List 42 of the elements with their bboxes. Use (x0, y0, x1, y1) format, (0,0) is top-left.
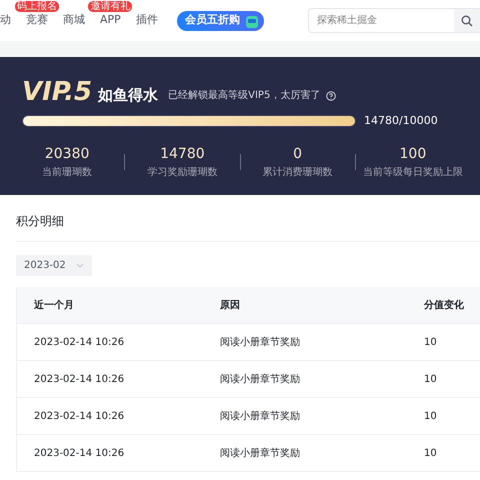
help-icon (326, 91, 336, 101)
search-button[interactable] (454, 8, 480, 33)
nav-link[interactable]: 竞赛 (26, 12, 48, 29)
stat-value: 20380 (44, 144, 90, 164)
table-cell-text: 2023-02-14 10:26 (34, 336, 126, 350)
nav-link[interactable]: APP (100, 12, 121, 29)
table-cell-text: 2023-02-14 10:26 (34, 372, 126, 386)
promo-button[interactable]: 会员五折购 (176, 10, 264, 30)
table-cell-text: 10 (424, 410, 437, 424)
stat-label: 当前珊瑚数 (42, 166, 92, 180)
stat-label: 当前等级每日奖励上限 (362, 166, 463, 180)
stat-value: 14780 (160, 144, 205, 164)
column-header: 原因 (220, 298, 241, 312)
vip-level: VIP.5 (22, 79, 92, 105)
table-cell-text: 2023-02-14 10:26 (34, 446, 126, 460)
progress-reading: 14780/10000 (364, 113, 438, 129)
column-header: 近一个月 (34, 298, 75, 312)
table-cell-text: 2023-02-14 10:26 (34, 410, 126, 424)
nav-link[interactable]: 插件 (136, 12, 158, 29)
table-cell-text: 10 (424, 372, 437, 386)
section-title: 积分明细 (16, 214, 64, 228)
table-cell-text: 10 (424, 336, 437, 350)
nav-badge: 码上报名 (15, 1, 59, 12)
table-cell-text: 阅读小册章节奖励 (220, 446, 301, 460)
stat-value: 0 (293, 144, 302, 164)
table-cell-text: 阅读小册章节奖励 (220, 336, 301, 350)
nav-link[interactable]: 商城 (63, 12, 85, 29)
table-cell-text: 10 (424, 446, 437, 460)
vip-subtitle: 已经解锁最高等级VIP5，太厉害了 (168, 88, 320, 103)
stat-value: 100 (400, 144, 426, 164)
table-cell-text: 阅读小册章节奖励 (220, 372, 301, 386)
stat-label: 累计消费珊瑚数 (262, 166, 333, 180)
search-icon (461, 14, 473, 26)
nav-link[interactable]: 动 (0, 12, 11, 29)
month-dropdown[interactable]: 2023-02 (16, 255, 92, 276)
stat-label: 学习奖励珊瑚数 (147, 166, 218, 180)
vip-title: 如鱼得水 (98, 85, 158, 105)
chevron-down-icon (76, 263, 84, 268)
column-header: 分值变化 (424, 298, 464, 312)
table-cell-text: 阅读小册章节奖励 (220, 410, 301, 424)
nav-badge: 邀请有礼 (88, 1, 132, 12)
search-field[interactable]: 探索稀土掘金 (308, 8, 454, 33)
